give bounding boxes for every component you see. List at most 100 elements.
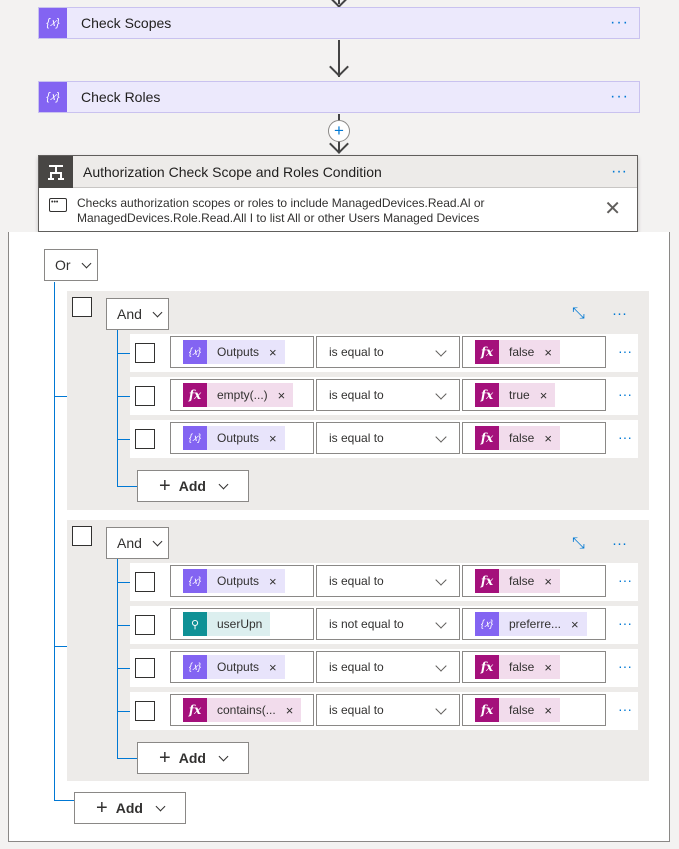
remove-token-icon[interactable]: ×	[571, 617, 579, 632]
add-condition-button[interactable]: + Add	[137, 742, 249, 774]
right-operand-field[interactable]: fx false ×	[462, 694, 606, 726]
row-more-options-button[interactable]: ···	[618, 701, 632, 717]
more-options-button[interactable]: ···	[612, 535, 627, 552]
dynamic-token[interactable]: {𝑥} Outputs ×	[183, 426, 285, 450]
remove-token-icon[interactable]: ×	[540, 388, 548, 403]
remove-token-icon[interactable]: ×	[544, 345, 552, 360]
left-operand-field[interactable]: fx empty(...) ×	[170, 379, 314, 411]
left-operand-field[interactable]: fx contains(... ×	[170, 694, 314, 726]
tree-line	[117, 668, 130, 669]
dynamic-token[interactable]: {𝑥} preferre... ×	[475, 612, 587, 636]
collapse-icon[interactable]: ⤡	[572, 535, 590, 553]
remove-token-icon[interactable]: ×	[544, 574, 552, 589]
operator-dropdown[interactable]: is equal to	[316, 651, 460, 683]
operator-dropdown[interactable]: is not equal to	[316, 608, 460, 640]
operator-dropdown[interactable]: is equal to	[316, 336, 460, 368]
operator-label: is equal to	[329, 345, 384, 359]
user-token[interactable]: ⚲ userUpn	[183, 612, 271, 636]
right-operand-field[interactable]: fx false ×	[462, 651, 606, 683]
operator-label: is not equal to	[329, 617, 404, 631]
plus-icon: +	[159, 475, 171, 497]
group-operator-dropdown[interactable]: And	[106, 298, 169, 330]
left-operand-field[interactable]: {𝑥} Outputs ×	[170, 565, 314, 597]
expression-token[interactable]: fx empty(...) ×	[183, 383, 294, 407]
chevron-down-icon	[435, 345, 447, 357]
right-operand-field[interactable]: {𝑥} preferre... ×	[462, 608, 606, 640]
tree-line	[54, 396, 67, 397]
operator-dropdown[interactable]: is equal to	[316, 565, 460, 597]
group-checkbox[interactable]	[72, 297, 92, 317]
tree-line	[117, 396, 130, 397]
left-operand-field[interactable]: {𝑥} Outputs ×	[170, 422, 314, 454]
action-card-check-roles[interactable]: {𝑥} Check Roles ···	[38, 81, 640, 113]
row-checkbox[interactable]	[135, 386, 155, 406]
row-checkbox[interactable]	[135, 429, 155, 449]
more-options-button[interactable]: ···	[611, 163, 627, 181]
operator-label: is equal to	[329, 703, 384, 717]
right-operand-field[interactable]: fx false ×	[462, 565, 606, 597]
operator-dropdown[interactable]: is equal to	[316, 379, 460, 411]
action-card-check-scopes[interactable]: {𝑥} Check Scopes ···	[38, 7, 640, 39]
remove-token-icon[interactable]: ×	[286, 703, 294, 718]
right-operand-field[interactable]: fx false ×	[462, 422, 606, 454]
expression-token[interactable]: fx false ×	[475, 698, 560, 722]
left-operand-field[interactable]: {𝑥} Outputs ×	[170, 651, 314, 683]
left-operand-field[interactable]: ⚲ userUpn	[170, 608, 314, 640]
add-condition-button[interactable]: + Add	[137, 470, 249, 502]
row-more-options-button[interactable]: ···	[618, 386, 632, 402]
variable-icon: {𝑥}	[183, 340, 207, 364]
description-line: Checks authorization scopes or roles to …	[77, 196, 485, 210]
operator-dropdown[interactable]: is equal to	[316, 694, 460, 726]
token-label: empty(...)	[217, 388, 268, 402]
group-operator-dropdown[interactable]: And	[106, 527, 169, 559]
condition-icon	[39, 155, 73, 188]
expression-token[interactable]: fx contains(... ×	[183, 698, 302, 722]
more-options-button[interactable]: ···	[612, 305, 627, 322]
root-operator-dropdown[interactable]: Or	[44, 249, 98, 281]
description-line: ManagedDevices.Role.Read.All I to list A…	[77, 211, 480, 225]
operator-dropdown[interactable]: is equal to	[316, 422, 460, 454]
condition-description: Checks authorization scopes or roles to …	[39, 188, 637, 234]
row-more-options-button[interactable]: ···	[618, 572, 632, 588]
condition-header[interactable]: Authorization Check Scope and Roles Cond…	[39, 155, 637, 188]
dynamic-token[interactable]: {𝑥} Outputs ×	[183, 340, 285, 364]
add-root-condition-button[interactable]: + Add	[74, 792, 186, 824]
row-checkbox[interactable]	[135, 615, 155, 635]
right-operand-field[interactable]: fx true ×	[462, 379, 606, 411]
remove-token-icon[interactable]: ×	[278, 388, 286, 403]
dynamic-token[interactable]: {𝑥} Outputs ×	[183, 569, 285, 593]
operator-label: And	[117, 306, 142, 322]
remove-token-icon[interactable]: ×	[544, 431, 552, 446]
remove-token-icon[interactable]: ×	[269, 345, 277, 360]
right-operand-field[interactable]: fx false ×	[462, 336, 606, 368]
row-checkbox[interactable]	[135, 658, 155, 678]
expression-token[interactable]: fx true ×	[475, 383, 556, 407]
more-options-button[interactable]: ···	[610, 15, 629, 31]
expression-token[interactable]: fx false ×	[475, 426, 560, 450]
action-title: Check Scopes	[81, 15, 172, 31]
row-more-options-button[interactable]: ···	[618, 658, 632, 674]
group-checkbox[interactable]	[72, 526, 92, 546]
chevron-down-icon	[435, 431, 447, 443]
remove-token-icon[interactable]: ×	[544, 703, 552, 718]
row-checkbox[interactable]	[135, 701, 155, 721]
row-more-options-button[interactable]: ···	[618, 343, 632, 359]
tree-line	[54, 282, 55, 800]
variable-icon: {𝑥}	[39, 82, 67, 112]
remove-token-icon[interactable]: ×	[269, 660, 277, 675]
more-options-button[interactable]: ···	[610, 89, 629, 105]
dynamic-token[interactable]: {𝑥} Outputs ×	[183, 655, 285, 679]
remove-token-icon[interactable]: ×	[269, 431, 277, 446]
left-operand-field[interactable]: {𝑥} Outputs ×	[170, 336, 314, 368]
row-checkbox[interactable]	[135, 572, 155, 592]
row-more-options-button[interactable]: ···	[618, 429, 632, 445]
row-checkbox[interactable]	[135, 343, 155, 363]
expression-token[interactable]: fx false ×	[475, 569, 560, 593]
remove-token-icon[interactable]: ×	[544, 660, 552, 675]
close-icon[interactable]: ✕	[604, 196, 621, 222]
expression-token[interactable]: fx false ×	[475, 655, 560, 679]
expression-token[interactable]: fx false ×	[475, 340, 560, 364]
collapse-icon[interactable]: ⤡	[572, 305, 590, 323]
row-more-options-button[interactable]: ···	[618, 615, 632, 631]
remove-token-icon[interactable]: ×	[269, 574, 277, 589]
